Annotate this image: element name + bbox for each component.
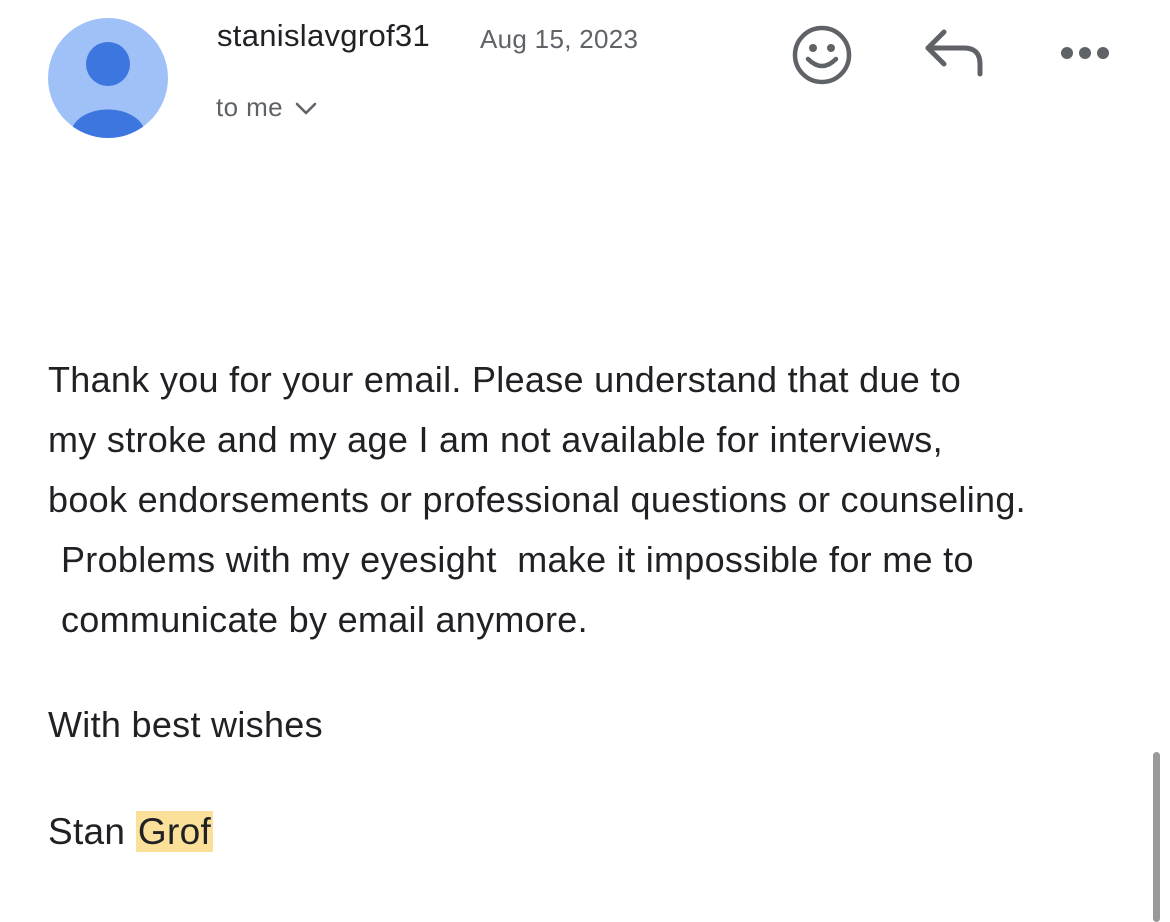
email-body: Thank you for your email. Please underst… [48, 350, 1128, 650]
email-signature: Stan Grof [48, 806, 214, 858]
body-line: book endorsements or professional questi… [48, 479, 1026, 520]
smiley-icon [792, 25, 852, 85]
sender-avatar[interactable] [48, 18, 168, 138]
add-reaction-button[interactable] [788, 23, 856, 87]
email-date: Aug 15, 2023 [480, 24, 639, 54]
signature-first-name: Stan [48, 811, 126, 852]
body-line: my stroke and my age I am not available … [48, 419, 943, 460]
reply-icon [925, 29, 983, 77]
person-icon [70, 42, 146, 138]
reply-button[interactable] [920, 26, 990, 82]
body-line: Problems with my eyesight make it imposs… [61, 539, 974, 580]
more-options-button[interactable] [1054, 36, 1116, 70]
signature-last-name-highlighted: Grof [135, 811, 214, 852]
sender-name: stanislavgrof31 [217, 18, 431, 53]
recipient-details-toggle[interactable]: to me [216, 92, 317, 123]
body-line: Thank you for your email. Please underst… [48, 359, 962, 400]
closing-greeting: With best wishes [48, 704, 323, 745]
recipient-label: to me [216, 92, 284, 122]
scrollbar[interactable] [1153, 752, 1160, 922]
chevron-down-icon [295, 102, 317, 121]
more-horizontal-icon [1061, 47, 1109, 59]
body-line: communicate by email anymore. [61, 599, 588, 640]
